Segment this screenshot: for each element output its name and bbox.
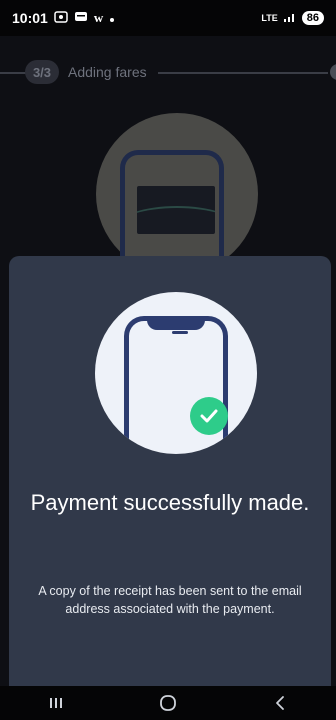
phone-icon xyxy=(124,316,228,454)
dot-icon xyxy=(109,10,115,26)
receipt-message: A copy of the receipt has been sent to t… xyxy=(38,584,302,616)
success-sheet: Payment successfully made. A copy of the… xyxy=(9,256,331,686)
signal-icon xyxy=(283,11,297,25)
background-card-image xyxy=(137,186,215,234)
network-label: LTE xyxy=(261,13,278,23)
progress-line-left xyxy=(0,72,26,74)
success-illustration xyxy=(95,292,257,454)
status-bar: 10:01 w LTE 86 xyxy=(0,0,336,36)
status-time: 10:01 xyxy=(12,10,48,26)
battery-indicator: 86 xyxy=(301,11,324,25)
w-icon: w xyxy=(93,10,104,25)
message-icon xyxy=(74,10,88,26)
screen-record-icon xyxy=(54,10,68,26)
next-step-dot xyxy=(330,64,336,80)
phone-notch xyxy=(147,316,205,330)
status-left: 10:01 w xyxy=(12,10,115,26)
back-icon[interactable] xyxy=(260,688,300,718)
status-right: LTE 86 xyxy=(261,11,324,25)
check-circle-icon xyxy=(190,397,228,435)
step-label: Adding fares xyxy=(68,64,147,80)
recent-apps-icon[interactable] xyxy=(36,688,76,718)
step-indicator: 3/3 xyxy=(25,60,59,84)
card-wave xyxy=(137,206,215,234)
home-icon[interactable] xyxy=(148,688,188,718)
success-title: Payment successfully made. xyxy=(30,490,310,515)
progress-line-right xyxy=(158,72,328,74)
phone-speaker xyxy=(172,331,188,334)
progress-row: 3/3 Adding fares xyxy=(0,60,336,84)
system-nav-bar xyxy=(0,686,336,720)
